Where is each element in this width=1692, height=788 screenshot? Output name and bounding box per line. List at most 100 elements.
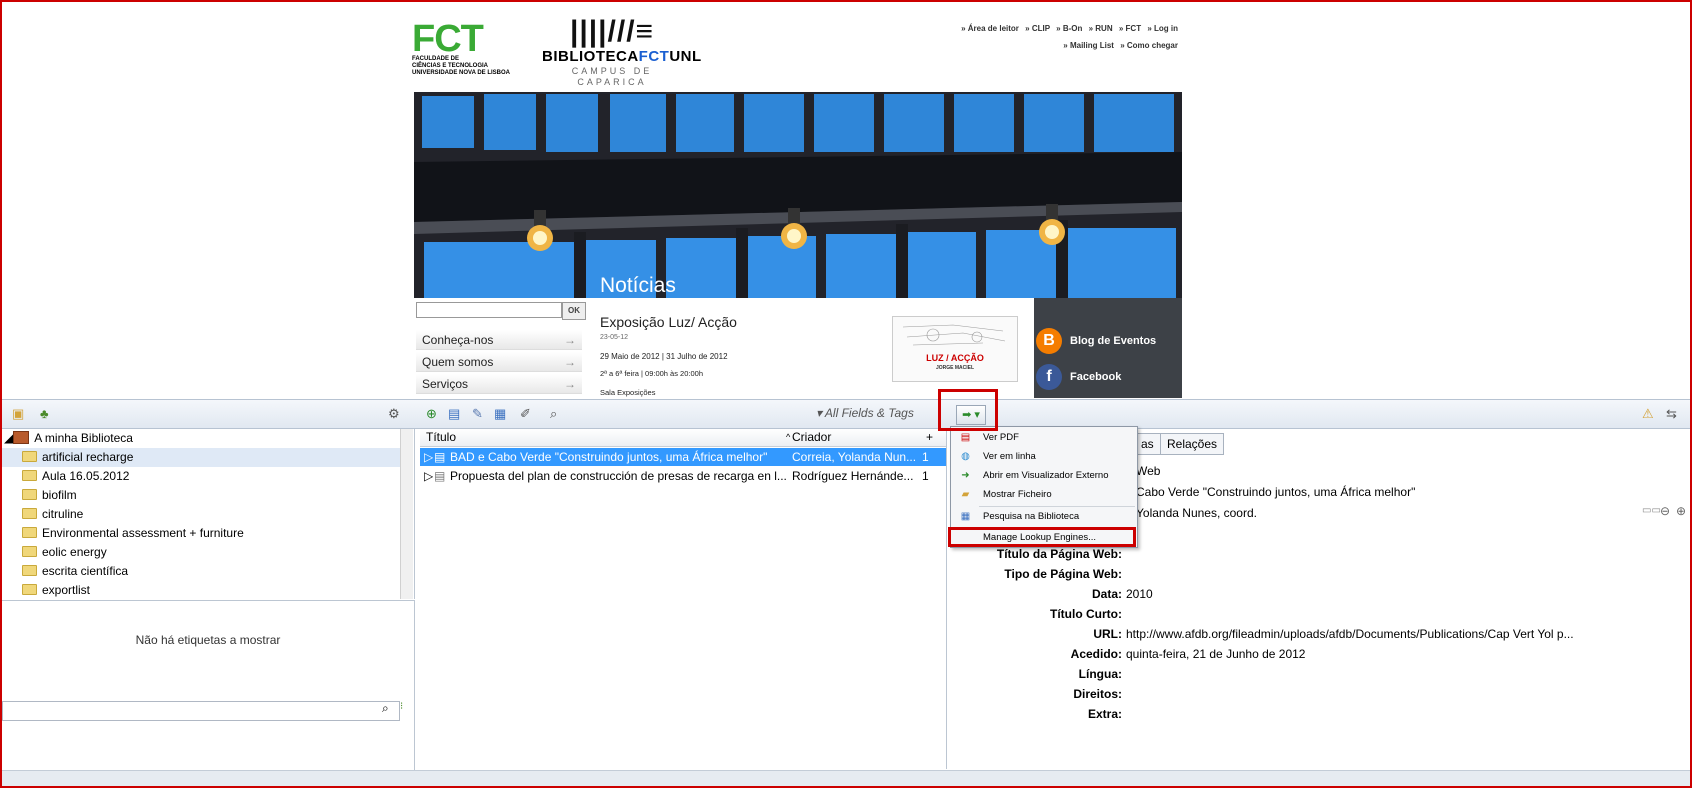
- highlight-locate-button: [938, 389, 998, 431]
- folder-icon: [22, 565, 37, 576]
- status-bar: [2, 770, 1690, 787]
- hero-photo: [414, 92, 1182, 298]
- collection-item[interactable]: escrita científica: [22, 562, 128, 581]
- field-row: Tipo de Página Web:: [1004, 567, 1122, 581]
- facebook-icon: f: [1036, 364, 1062, 391]
- blog-eventos-link[interactable]: B Blog de Eventos: [1036, 326, 1156, 356]
- fct-logo-sub-2: CIÊNCIAS E TECNOLOGIA: [412, 63, 489, 69]
- library-search-icon: ▦: [960, 511, 971, 522]
- news-box: Exposição Luz/ Acção 23-05-12 29 Maio de…: [588, 298, 1032, 398]
- item-title: Propuesta del plan de construcción de pr…: [450, 469, 787, 483]
- collection-item[interactable]: exportlist: [22, 581, 90, 599]
- external-viewer-icon: ➜: [961, 470, 970, 481]
- no-tags-message: Não há etiquetas a mostrar: [135, 633, 281, 647]
- collection-item[interactable]: Environmental assessment + furniture: [22, 524, 244, 543]
- expand-arrow-icon: ▷: [424, 450, 434, 464]
- folder-icon: [22, 546, 37, 557]
- collection-item[interactable]: artificial recharge: [2, 448, 400, 467]
- tag-search-input[interactable]: [2, 701, 400, 721]
- link-como-chegar[interactable]: » Como chegar: [1120, 41, 1178, 50]
- tag-selector: Não há etiquetas a mostrar ⌕ ⁝: [2, 600, 415, 771]
- column-picker[interactable]: +: [926, 429, 938, 446]
- site-search-input[interactable]: [416, 302, 562, 318]
- search-icon: ⌕: [382, 701, 389, 715]
- pdf-icon: ▤: [960, 432, 971, 443]
- link-fct[interactable]: » FCT: [1119, 24, 1141, 33]
- folder-icon: [22, 489, 37, 500]
- item-creator-value[interactable]: Yolanda Nunes, coord.: [1136, 504, 1257, 523]
- sync-icon[interactable]: ⇆: [1666, 406, 1677, 422]
- biblioteca-logo-bars: ||||///≡: [569, 15, 655, 48]
- link-b-on[interactable]: » B-On: [1056, 24, 1082, 33]
- tab-notas[interactable]: as: [1134, 433, 1161, 455]
- biblioteca-logo-title: BIBLIOTECAFCTUNL: [542, 48, 702, 65]
- folder-icon: [22, 527, 37, 538]
- item-title-value[interactable]: Cabo Verde "Construindo juntos, uma Áfri…: [1136, 483, 1415, 502]
- highlight-manage-lookup-engines: [948, 527, 1136, 547]
- blogger-icon: B: [1036, 328, 1062, 355]
- url-value[interactable]: http://www.afdb.org/fileadmin/uploads/af…: [1126, 625, 1574, 644]
- creator-switch-icon[interactable]: ▭▭: [1642, 505, 1661, 516]
- globe-icon: ◍: [961, 451, 970, 462]
- tag-menu-icon[interactable]: ⁝: [400, 701, 403, 712]
- collection-my-library[interactable]: ◢ A minha Biblioteca: [4, 429, 133, 448]
- actions-gear-icon[interactable]: ⚙: [388, 406, 400, 422]
- collection-item[interactable]: Aula 16.05.2012: [22, 467, 129, 486]
- nav-servicos[interactable]: Serviços →: [416, 374, 582, 394]
- item-creator: Rodríguez Hernánde...: [792, 469, 914, 483]
- table-row[interactable]: ▷ ▤ Propuesta del plan de construcción d…: [420, 467, 946, 485]
- tab-relacoes[interactable]: Relações: [1160, 433, 1225, 455]
- link-mailing-list[interactable]: » Mailing List: [1063, 41, 1114, 50]
- news-date: 23-05-12: [600, 334, 629, 341]
- table-row[interactable]: ▷ ▤ BAD e Cabo Verde "Construindo juntos…: [420, 448, 946, 466]
- column-creator[interactable]: Criador: [792, 429, 902, 446]
- attachment-icon[interactable]: ▦: [494, 406, 506, 422]
- new-item-icon[interactable]: ⊕: [426, 406, 437, 422]
- nav-quem-somos[interactable]: Quem somos →: [416, 352, 582, 372]
- add-creator-icon[interactable]: ⊕: [1676, 504, 1686, 518]
- facebook-link[interactable]: f Facebook: [1036, 362, 1121, 392]
- link-area-leitor[interactable]: » Área de leitor: [961, 24, 1019, 33]
- menu-item-show-file[interactable]: ▰ Mostrar Ficheiro: [951, 485, 1137, 504]
- items-header: Título ^ Criador +: [420, 429, 946, 447]
- menu-item-external-viewer[interactable]: ➜ Abrir em Visualizador Externo: [951, 466, 1137, 485]
- link-run[interactable]: » RUN: [1089, 24, 1113, 33]
- news-poster[interactable]: LUZ / ACÇÃO JORGE MACIEL: [892, 316, 1018, 382]
- news-title[interactable]: Exposição Luz/ Acção: [600, 314, 737, 330]
- collection-item[interactable]: biofilm: [22, 486, 77, 505]
- arrow-right-icon: →: [564, 377, 576, 391]
- arrow-right-icon: →: [564, 355, 576, 369]
- note-icon[interactable]: ✐: [520, 406, 531, 422]
- link-clip[interactable]: » CLIP: [1025, 24, 1050, 33]
- folder-icon: [22, 508, 37, 519]
- fct-logo-sub-3: UNIVERSIDADE NOVA DE LISBOA: [412, 70, 511, 76]
- field-row: Direitos:: [1073, 687, 1122, 701]
- menu-item-view-online[interactable]: ◍ Ver em linha: [951, 447, 1137, 466]
- new-collection-icon[interactable]: ▣: [12, 406, 24, 422]
- collection-item[interactable]: eolic energy: [22, 543, 107, 562]
- wand-icon[interactable]: ✎: [472, 406, 483, 422]
- biblioteca-logo[interactable]: ||||///≡ BIBLIOTECAFCTUNL CAMPUS DE CAPA…: [542, 15, 702, 88]
- item-title: BAD e Cabo Verde "Construindo juntos, um…: [450, 450, 768, 464]
- collections-scrollbar[interactable]: [400, 429, 413, 599]
- fct-logo[interactable]: FCT FACULDADE DE CIÊNCIAS E TECNOLOGIA U…: [412, 20, 522, 78]
- webpage-icon: ▤: [434, 450, 446, 464]
- remove-creator-icon[interactable]: ⊖: [1660, 504, 1670, 518]
- sync-error-icon[interactable]: ⚠: [1642, 406, 1654, 422]
- news-period: 29 Maio de 2012 | 31 Julho de 2012: [600, 352, 728, 361]
- nav-conheca-nos[interactable]: Conheça-nos →: [416, 330, 582, 350]
- search-field[interactable]: ▾ All Fields & Tags: [816, 405, 936, 422]
- menu-item-library-search[interactable]: ▦ Pesquisa na Biblioteca: [951, 507, 1137, 526]
- new-group-icon[interactable]: ♣: [40, 406, 49, 422]
- add-by-identifier-icon[interactable]: ▤: [448, 406, 460, 422]
- site-search-ok-button[interactable]: OK: [562, 302, 586, 320]
- library-icon: [13, 431, 30, 444]
- item-type-value[interactable]: Web: [1136, 462, 1160, 481]
- zotero-pane: ▣ ♣ ⚙ ⊕ ▤ ✎ ▦ ✐ ⌕ ▾ All Fields & Tags ➡ …: [2, 399, 1690, 787]
- advanced-search-icon[interactable]: ⌕: [550, 406, 557, 422]
- biblioteca-logo-sub: CAMPUS DE CAPARICA: [571, 66, 653, 87]
- top-links: » Área de leitor » CLIP » B-On » RUN » F…: [902, 20, 1178, 54]
- collection-item[interactable]: citruline: [22, 505, 83, 524]
- link-login[interactable]: » Log in: [1147, 24, 1178, 33]
- column-title[interactable]: Título: [426, 429, 786, 446]
